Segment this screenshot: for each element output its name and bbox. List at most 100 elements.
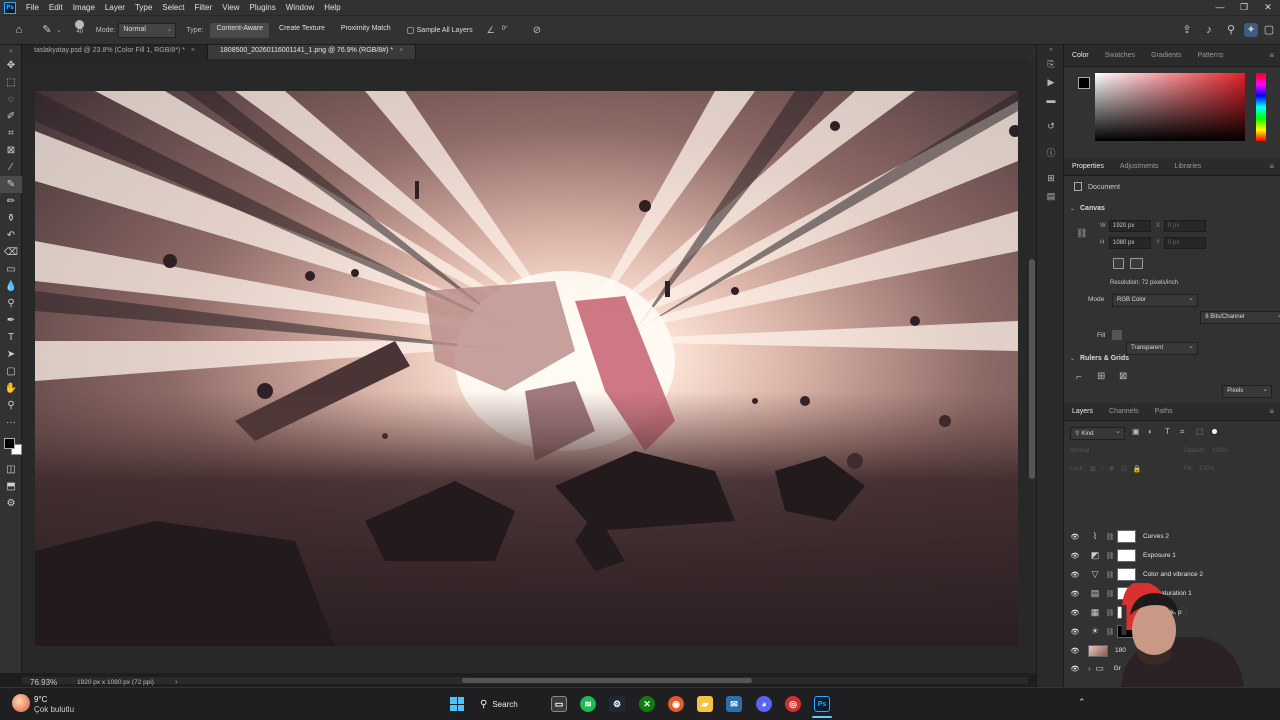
menu-type[interactable]: Type xyxy=(130,3,157,12)
rulers-grids-section-header[interactable]: ⌄ Rulers & Grids xyxy=(1064,352,1280,366)
bit-depth-select[interactable]: 8 Bits/Channel xyxy=(1200,311,1280,324)
width-field[interactable]: 1920 px xyxy=(1109,220,1151,232)
workspace-icon[interactable]: ▢ xyxy=(1262,23,1276,37)
fill-field[interactable]: 100% xyxy=(1199,466,1214,472)
weather-description[interactable]: Çok bulutlu xyxy=(34,705,74,714)
visibility-eye-icon[interactable]: 👁 xyxy=(1064,665,1086,673)
canvas-workspace[interactable] xyxy=(22,59,1028,673)
pressure-size-icon[interactable]: ⊘ xyxy=(533,25,541,36)
menu-image[interactable]: Image xyxy=(68,3,100,12)
tab-libraries[interactable]: Libraries xyxy=(1166,163,1209,170)
rulers-icon[interactable]: ⌐ xyxy=(1076,372,1082,383)
color-mode-select[interactable]: RGB Color xyxy=(1112,294,1198,307)
history-brush-tool-icon[interactable]: ↶ xyxy=(0,227,22,244)
temperature[interactable]: 9°C xyxy=(34,695,47,704)
status-chevron-icon[interactable]: › xyxy=(175,677,178,686)
filter-pixel-icon[interactable]: ▣ xyxy=(1132,427,1140,436)
visibility-eye-icon[interactable]: 👁 xyxy=(1064,590,1086,598)
blend-mode-select[interactable]: Normal xyxy=(1070,448,1089,454)
layer-row[interactable]: 👁 ◩ ⛓ Exposure 1 xyxy=(1064,546,1280,565)
sample-all-layers-checkbox[interactable] xyxy=(406,26,414,34)
marquee-tool-icon[interactable]: ⬚ xyxy=(0,74,22,91)
angle-field[interactable]: 0° xyxy=(498,24,519,36)
mask-link-icon[interactable]: ⛓ xyxy=(1105,533,1115,541)
menu-edit[interactable]: Edit xyxy=(44,3,68,12)
taskbar-search[interactable]: ⚲ Search xyxy=(480,694,540,714)
y-field[interactable]: 0 px xyxy=(1164,237,1206,249)
generative-icon[interactable]: ⚙ xyxy=(0,495,22,512)
menu-plugins[interactable]: Plugins xyxy=(245,3,281,12)
history-states-icon[interactable]: ⎘ xyxy=(1037,55,1065,73)
steam-icon[interactable]: ⚙ xyxy=(609,696,625,712)
brush-size-picker[interactable]: 40 xyxy=(72,18,88,42)
hue-slider[interactable] xyxy=(1256,73,1266,141)
photoshop-taskbar-icon[interactable]: Ps xyxy=(814,696,830,712)
tool-preset-chevron-icon[interactable]: ⌄ xyxy=(56,26,62,34)
type-proximity-match-button[interactable]: Proximity Match xyxy=(335,23,397,38)
healing-brush-tool-icon[interactable]: ✎ xyxy=(0,176,22,193)
frame-tool-icon[interactable]: ⊠ xyxy=(0,142,22,159)
quick-select-tool-icon[interactable]: ✐ xyxy=(0,108,22,125)
menu-window[interactable]: Window xyxy=(281,3,319,12)
canvas-section-header[interactable]: ⌄ Canvas xyxy=(1064,202,1280,216)
close-button[interactable]: ✕ xyxy=(1256,2,1280,13)
share-icon[interactable]: ⇪ xyxy=(1180,23,1194,37)
restore-button[interactable]: ❐ xyxy=(1232,2,1256,13)
notifications-icon[interactable]: ♪ xyxy=(1202,23,1216,37)
firefox-icon[interactable]: ◉ xyxy=(668,696,684,712)
visibility-eye-icon[interactable]: 👁 xyxy=(1064,571,1086,579)
tab-layers[interactable]: Layers xyxy=(1064,408,1101,415)
lasso-tool-icon[interactable]: ◌ xyxy=(0,91,22,108)
color-field[interactable] xyxy=(1095,73,1245,141)
tab-color[interactable]: Color xyxy=(1064,52,1097,59)
info-icon[interactable]: ⓘ xyxy=(1037,143,1065,161)
eraser-tool-icon[interactable]: ⌫ xyxy=(0,244,22,261)
mask-link-icon[interactable]: ⛓ xyxy=(1105,552,1115,560)
quick-mask-icon[interactable]: ◫ xyxy=(0,461,22,478)
height-field[interactable]: 1080 px xyxy=(1109,237,1151,249)
notes-icon[interactable]: ▤ xyxy=(1037,187,1065,205)
weather-icon[interactable] xyxy=(12,694,30,712)
hand-tool-icon[interactable]: ✋ xyxy=(0,380,22,397)
mode-select[interactable]: Normal ⌄ xyxy=(118,22,177,38)
filter-adjustment-icon[interactable]: ◐ xyxy=(1148,427,1153,436)
play-action-icon[interactable]: ▶ xyxy=(1037,73,1065,91)
menu-help[interactable]: Help xyxy=(319,3,345,12)
clone-stamp-tool-icon[interactable]: ⚱ xyxy=(0,210,22,227)
tab-adjustments[interactable]: Adjustments xyxy=(1112,163,1167,170)
tab-gradients[interactable]: Gradients xyxy=(1143,52,1189,59)
menu-layer[interactable]: Layer xyxy=(100,3,130,12)
type-tool-icon[interactable]: T xyxy=(0,329,22,346)
visibility-eye-icon[interactable]: 👁 xyxy=(1064,533,1086,541)
visibility-eye-icon[interactable]: 👁 xyxy=(1064,647,1086,655)
path-select-tool-icon[interactable]: ➤ xyxy=(0,346,22,363)
mail-icon[interactable]: ✉ xyxy=(726,696,742,712)
file-explorer-icon[interactable]: ▰ xyxy=(697,696,713,712)
start-button[interactable] xyxy=(450,697,464,711)
close-tab-icon[interactable]: × xyxy=(399,47,403,54)
document-canvas-image[interactable] xyxy=(35,91,1018,646)
menu-view[interactable]: View xyxy=(217,3,244,12)
discord-icon[interactable]: ◕ xyxy=(756,696,772,712)
panel-menu-icon[interactable]: ≡ xyxy=(1269,407,1274,416)
layer-filter-select[interactable]: ⚲ Kind xyxy=(1070,427,1125,440)
grid-icon[interactable]: ⊞ xyxy=(1097,371,1105,382)
xbox-icon[interactable]: ✕ xyxy=(639,696,655,712)
menu-file[interactable]: File xyxy=(21,3,44,12)
move-tool-icon[interactable]: ✥ xyxy=(0,57,22,74)
brush-tool-icon[interactable]: ✏ xyxy=(0,193,22,210)
menu-filter[interactable]: Filter xyxy=(190,3,218,12)
visibility-eye-icon[interactable]: 👁 xyxy=(1064,628,1086,636)
vertical-scroll-thumb[interactable] xyxy=(1029,259,1035,479)
task-view-icon[interactable]: ▭ xyxy=(551,696,567,712)
close-tab-icon[interactable]: × xyxy=(191,47,195,54)
eyedropper-tool-icon[interactable]: ⁄ xyxy=(0,159,22,176)
document-info[interactable]: 1920 px x 1080 px (72 ppi) xyxy=(77,679,154,686)
vertical-scrollbar[interactable] xyxy=(1028,59,1036,673)
menu-select[interactable]: Select xyxy=(157,3,189,12)
blur-tool-icon[interactable]: 💧 xyxy=(0,278,22,295)
system-tray-chevron-icon[interactable]: ⌃ xyxy=(1078,697,1086,708)
tab-taslakyatay[interactable]: taslakyatay.psd @ 23.8% (Color Fill 1, R… xyxy=(22,45,209,59)
panel-menu-icon[interactable]: ≡ xyxy=(1269,51,1274,60)
minimize-button[interactable]: — xyxy=(1208,2,1232,13)
